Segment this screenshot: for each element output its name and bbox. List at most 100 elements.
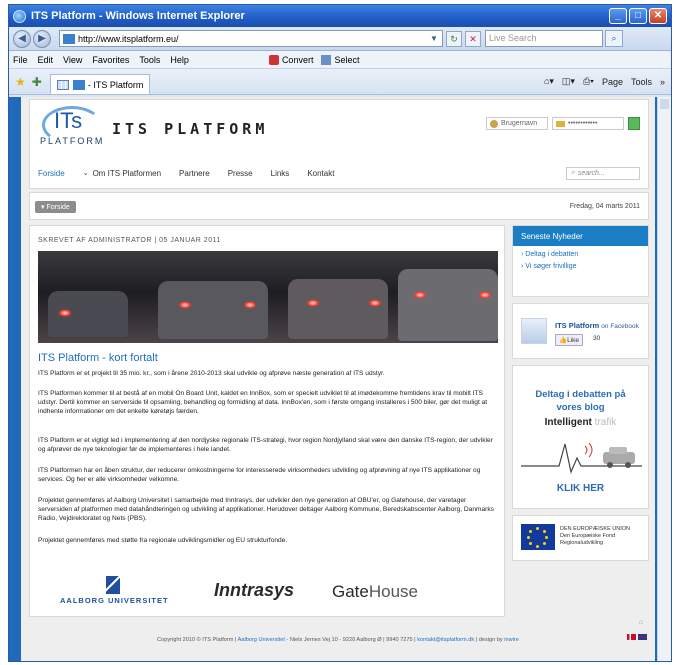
select-label: Select — [334, 54, 360, 65]
footer-design: | design by — [475, 637, 503, 643]
chevron-right-icon[interactable]: » — [660, 77, 665, 87]
back-button[interactable]: ◀ — [13, 29, 31, 48]
inntrasys-logo[interactable]: Inntrasys — [214, 580, 294, 601]
facebook-title[interactable]: ITS Platform on Facebook — [555, 321, 639, 330]
breadcrumb-home[interactable]: ▾ Forside — [35, 201, 76, 213]
tools-menu[interactable]: Tools — [631, 77, 652, 87]
vertical-scrollbar[interactable] — [657, 97, 671, 661]
menu-edit[interactable]: Edit — [38, 55, 54, 65]
url-field[interactable]: http://www.itsplatform.eu/ ▼ — [59, 30, 443, 47]
logo-platform: PLATFORM — [40, 136, 105, 146]
print-icon[interactable]: ⎙▾ — [583, 76, 594, 87]
site-title: ITS PLATFORM — [112, 120, 269, 138]
footer-designer-link[interactable]: inwire — [504, 637, 519, 643]
click-here-button[interactable]: KLIK HER — [513, 483, 648, 494]
feeds-icon[interactable]: ◫▾ — [562, 76, 575, 87]
taillight — [58, 309, 72, 317]
site-header: ITs PLATFORM ITS PLATFORM Brugernavn •••… — [29, 99, 649, 189]
select-icon — [321, 54, 332, 65]
nav-kontakt[interactable]: Kontakt — [307, 169, 334, 178]
debate-headline: Deltag i debatten på vores blog — [513, 388, 648, 414]
command-bar: ⌂▾ ◫▾ ⎙▾ Page Tools » — [544, 76, 671, 87]
facebook-on: on Facebook — [601, 323, 639, 330]
taillight — [306, 299, 320, 307]
breadcrumb-bar: ▾ Forside Fredag, 04 marts 2011 — [29, 192, 649, 220]
menu-view[interactable]: View — [63, 55, 82, 65]
menu-help[interactable]: Help — [170, 55, 189, 65]
taillight — [368, 299, 382, 307]
username-field[interactable]: Brugernavn — [486, 117, 548, 130]
gatehouse-logo[interactable]: GateHouse — [332, 582, 418, 602]
chevron-down-icon: ⌄ — [82, 170, 89, 177]
article-hero-image — [38, 251, 498, 343]
blog-name-intelligent: Intelligent — [544, 417, 592, 428]
eu-star-icon — [529, 530, 532, 533]
site-logo[interactable]: ITs PLATFORM — [40, 106, 102, 150]
house-text: House — [368, 582, 418, 601]
aalborg-university-logo[interactable]: AALBORG UNIVERSITET — [60, 576, 169, 605]
home-icon[interactable]: ⌂▾ — [544, 76, 554, 87]
article-paragraph-4: ITS Platformen har en åben struktur, der… — [38, 467, 481, 484]
eu-text: DEN EUROPÆISKE UNION Den Europæiske Fond R… — [560, 526, 630, 547]
pdf-icon — [268, 54, 279, 65]
stop-button[interactable]: ✕ — [465, 30, 481, 47]
english-flag-icon[interactable] — [638, 634, 647, 640]
username-placeholder: Brugernavn — [501, 120, 538, 127]
footer-au-link[interactable]: Aalborg Universitet — [238, 637, 285, 643]
scrollbar-thumb[interactable] — [660, 99, 669, 109]
live-search-input[interactable]: Live Search — [485, 30, 603, 47]
menu-file[interactable]: File — [13, 55, 28, 65]
url-dropdown-icon[interactable]: ▼ — [430, 34, 442, 43]
nav-forside[interactable]: Forside — [38, 169, 65, 178]
nav-partnere[interactable]: Partnere — [179, 169, 210, 178]
close-button[interactable]: ✕ — [649, 8, 667, 24]
nav-om-its-platformen[interactable]: Om ITS Platformen — [93, 169, 161, 178]
car-shape — [158, 281, 268, 339]
danish-flag-icon[interactable] — [627, 634, 636, 640]
footer-email-link[interactable]: kontakt@itsplatform.dk — [417, 637, 474, 643]
nav-presse[interactable]: Presse — [228, 169, 253, 178]
eu-line-3: Regionaludvikling — [560, 540, 604, 546]
news-item-label: Vi søger frivillige — [525, 263, 577, 270]
facebook-like-button[interactable]: 👍Like — [555, 334, 584, 346]
quick-tabs-icon[interactable] — [56, 79, 69, 90]
maximize-button[interactable]: □ — [629, 8, 647, 24]
article-title: ITS Platform - kort fortalt — [38, 352, 158, 364]
article-meta: SKREVET AF ADMINISTRATOR | 05 JANUAR 201… — [38, 237, 221, 244]
login-button[interactable] — [628, 117, 640, 130]
debate-line-2: vores blog — [556, 402, 605, 413]
search-go-icon[interactable]: ⌕ — [605, 30, 623, 47]
convert-button[interactable]: Convert — [268, 54, 313, 65]
password-field[interactable]: •••••••••••• — [552, 117, 624, 130]
taillight — [478, 291, 492, 299]
au-wave-icon — [106, 576, 120, 594]
address-bar: ◀ ▶ http://www.itsplatform.eu/ ▼ ↻ ✕ Liv… — [9, 27, 671, 51]
news-item[interactable]: › Vi søger frivillige — [513, 258, 648, 270]
article-paragraph-6: Projektet gennemføres med støtte fra reg… — [38, 537, 288, 544]
forward-button[interactable]: ▶ — [33, 29, 51, 48]
menu-tools[interactable]: Tools — [139, 55, 160, 65]
site-search-placeholder: search... — [577, 169, 605, 177]
news-item[interactable]: › Deltag i debatten — [513, 246, 648, 258]
taillight — [178, 301, 192, 309]
blog-name: Intelligent trafik — [513, 417, 648, 428]
nav-links[interactable]: Links — [271, 169, 290, 178]
latest-news-header: Seneste Nyheder — [513, 226, 648, 246]
partner-logos: AALBORG UNIVERSITET Inntrasys GateHouse — [38, 574, 498, 610]
debate-banner[interactable]: Deltag i debatten på vores blog Intellige… — [512, 365, 649, 509]
minimize-button[interactable]: _ — [609, 8, 627, 24]
language-switcher — [627, 634, 647, 640]
refresh-button[interactable]: ↻ — [446, 30, 462, 47]
favorites-star-icon[interactable]: ★ — [15, 75, 26, 89]
menu-favorites[interactable]: Favorites — [92, 55, 129, 65]
key-icon — [556, 120, 565, 127]
latest-news-box: Seneste Nyheder › Deltag i debatten › Vi… — [512, 225, 649, 297]
tab-its-platform[interactable]: - ITS Platform — [49, 74, 151, 94]
page-menu[interactable]: Page — [602, 77, 623, 87]
add-favorite-icon[interactable]: ✚ — [32, 75, 42, 89]
select-button[interactable]: Select — [321, 54, 360, 65]
footer-address: - Niels Jernes Vej 10 - 9220 Aalborg Ø |… — [286, 637, 416, 643]
facebook-page-icon[interactable] — [521, 318, 547, 344]
eu-star-icon — [543, 542, 546, 545]
site-search-input[interactable]: ⌕ search... — [566, 166, 640, 180]
